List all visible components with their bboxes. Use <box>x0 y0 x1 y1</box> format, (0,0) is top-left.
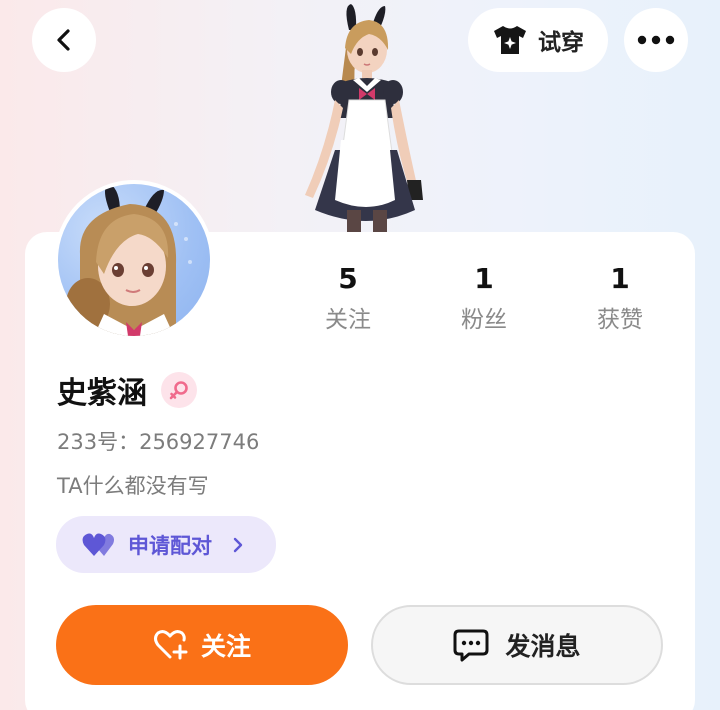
chat-bubble-icon <box>453 629 489 662</box>
try-on-button[interactable]: 试穿 <box>468 8 608 72</box>
user-id: 233号：256927746 <box>57 430 260 454</box>
follow-button[interactable]: 关注 <box>56 605 348 685</box>
likes-stat[interactable]: 1 获赞 <box>560 258 680 338</box>
request-pairing-label: 申请配对 <box>128 533 212 558</box>
following-stat[interactable]: 5 关注 <box>288 258 408 338</box>
chevron-left-icon <box>57 29 70 51</box>
chevron-right-icon <box>233 537 243 552</box>
send-message-label: 发消息 <box>505 632 581 661</box>
name-row: 史紫涵 <box>57 368 197 412</box>
follow-label: 关注 <box>200 632 251 661</box>
gender-badge <box>161 372 197 408</box>
followers-count: 1 <box>474 262 494 295</box>
bio-text: TA什么都没有写 <box>57 474 209 498</box>
avatar[interactable] <box>54 180 214 340</box>
username: 史紫涵 <box>57 376 147 411</box>
female-icon <box>169 381 188 400</box>
back-button[interactable] <box>32 8 96 72</box>
send-message-button[interactable]: 发消息 <box>371 605 663 685</box>
try-on-label: 试穿 <box>538 30 584 56</box>
followers-label: 粉丝 <box>461 307 507 333</box>
likes-count: 1 <box>610 262 630 295</box>
more-button[interactable] <box>624 8 688 72</box>
following-label: 关注 <box>325 307 371 333</box>
following-count: 5 <box>338 262 358 295</box>
request-pairing-button[interactable]: 申请配对 <box>56 516 276 573</box>
avatar-portrait-image <box>66 184 192 336</box>
hearts-icon <box>82 533 114 556</box>
likes-label: 获赞 <box>597 307 643 333</box>
more-dots-icon <box>637 35 675 45</box>
followers-stat[interactable]: 1 粉丝 <box>424 258 544 338</box>
heart-plus-icon <box>153 630 188 660</box>
shirt-sparkle-icon <box>494 26 526 54</box>
avatar-character <box>305 4 423 235</box>
